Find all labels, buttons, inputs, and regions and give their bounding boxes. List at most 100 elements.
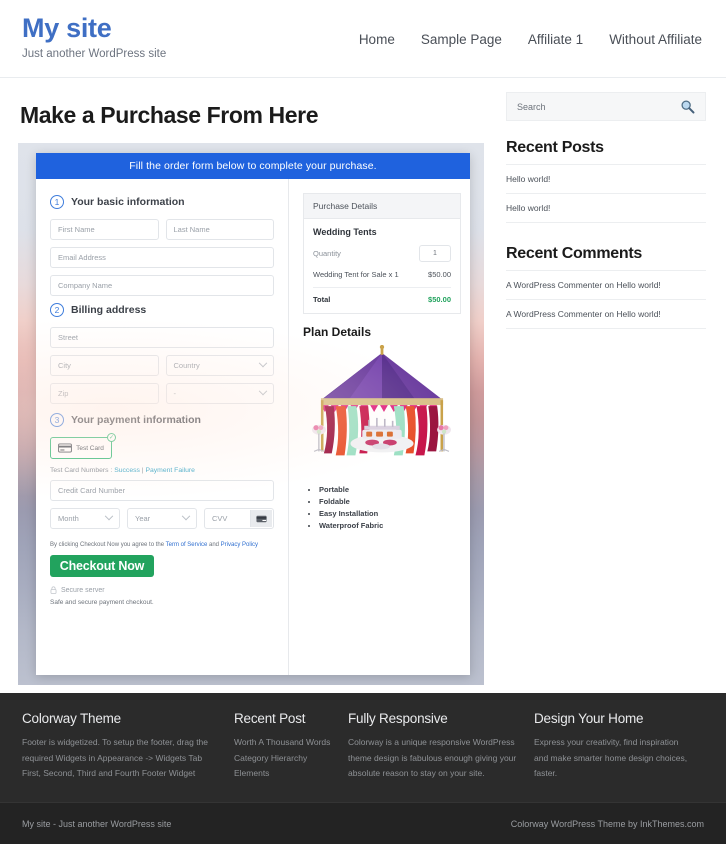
footer-column-text: Footer is widgetized. To setup the foote… xyxy=(22,737,209,779)
nav-item-affiliate-1[interactable]: Affiliate 1 xyxy=(528,32,583,47)
purchase-details-body: Wedding Tents Quantity 1 Wedding Tent fo… xyxy=(304,219,460,313)
test-card-numbers-prefix: Test Card Numbers : xyxy=(50,467,115,474)
list-item[interactable]: Elements xyxy=(234,766,348,782)
recent-comment-link[interactable]: A WordPress Commenter on Hello world! xyxy=(506,309,661,319)
quantity-label: Quantity xyxy=(313,249,341,258)
cvv-input-text: CVV xyxy=(212,514,228,523)
expiry-year-select[interactable]: Year xyxy=(127,508,197,529)
test-card-success-link[interactable]: Success xyxy=(114,467,140,474)
recent-comments-list: A WordPress Commenter on Hello world! A … xyxy=(506,271,706,329)
primary-navigation: Home Sample Page Affiliate 1 Without Aff… xyxy=(359,10,704,47)
footer-column-colorway-theme: Colorway Theme Footer is widgetized. To … xyxy=(22,711,234,782)
street-input[interactable]: Street xyxy=(50,327,274,348)
nav-item-without-affiliate[interactable]: Without Affiliate xyxy=(609,32,702,47)
site-branding[interactable]: My site Just another WordPress site xyxy=(22,10,167,60)
footer-column-text: Colorway is a unique responsive WordPres… xyxy=(348,737,517,779)
test-card-option[interactable]: Test Card ✓ xyxy=(50,433,116,459)
purchase-details-column: Purchase Details Wedding Tents Quantity … xyxy=(289,179,470,675)
feature-item: Easy Installation xyxy=(319,509,461,518)
nav-item-home[interactable]: Home xyxy=(359,32,395,47)
city-input[interactable]: City xyxy=(50,355,159,376)
site-tagline: Just another WordPress site xyxy=(22,47,167,60)
footer-column-title: Recent Post xyxy=(234,711,306,726)
search-input[interactable]: Search xyxy=(506,92,706,121)
privacy-policy-link[interactable]: Privacy Policy xyxy=(221,542,258,548)
plan-details-title: Plan Details xyxy=(303,325,372,339)
recent-post-link[interactable]: Hello world! xyxy=(506,174,550,184)
line-item-label: Wedding Tent for Sale x 1 xyxy=(313,270,399,279)
terms-of-service-link[interactable]: Term of Service xyxy=(166,542,208,548)
company-name-input[interactable]: Company Name xyxy=(50,275,274,296)
chevron-down-icon xyxy=(181,511,191,520)
state-select-text: - xyxy=(173,389,177,398)
recent-comment-link[interactable]: A WordPress Commenter on Hello world! xyxy=(506,280,661,290)
sidebar: Search Recent Posts Hello world! Hello w… xyxy=(506,78,706,685)
search-icon[interactable] xyxy=(680,99,695,114)
chevron-down-icon xyxy=(258,386,268,395)
last-name-input[interactable]: Last Name xyxy=(165,219,274,240)
chevron-down-icon xyxy=(104,511,114,520)
line-item-price: $50.00 xyxy=(428,270,451,279)
order-form-fields: 1 Your basic information First Name Last… xyxy=(36,179,289,675)
state-select[interactable]: - xyxy=(165,383,274,404)
chevron-down-icon xyxy=(258,358,268,367)
list-item[interactable]: A WordPress Commenter on Hello world! xyxy=(506,271,706,300)
name-row: First Name Last Name xyxy=(50,219,274,247)
secure-server-row: Secure server xyxy=(50,586,274,594)
expiry-year-text: Year xyxy=(135,514,151,523)
credit-card-number-input[interactable]: Credit Card Number xyxy=(50,480,274,501)
checkout-now-button[interactable]: Checkout Now xyxy=(50,555,154,577)
lock-icon xyxy=(50,586,57,594)
total-label: Total xyxy=(313,295,331,304)
cvv-help-button[interactable] xyxy=(250,510,272,527)
footer-copyright: My site - Just another WordPress site xyxy=(22,818,172,829)
expiry-cvv-row: Month Year CVV xyxy=(50,508,274,536)
first-name-input[interactable]: First Name xyxy=(50,219,159,240)
card-back-icon xyxy=(256,515,267,522)
footer-widgets: Colorway Theme Footer is widgetized. To … xyxy=(0,693,726,803)
footer-column-text: Express your creativity, find inspiratio… xyxy=(534,737,688,779)
purchase-details-title: Purchase Details xyxy=(304,194,460,219)
check-icon: ✓ xyxy=(107,433,116,442)
expiry-month-select[interactable]: Month xyxy=(50,508,120,529)
credit-card-icon xyxy=(58,443,72,453)
list-item[interactable]: Hello world! xyxy=(506,165,706,194)
zip-input[interactable]: Zip xyxy=(50,383,159,404)
quantity-row: Quantity 1 xyxy=(313,245,451,262)
divider xyxy=(313,287,451,288)
step-3-number: 3 xyxy=(50,413,64,427)
footer-column-title: Fully Responsive xyxy=(348,711,448,726)
step-1-label: Your basic information xyxy=(71,196,185,208)
quantity-input[interactable]: 1 xyxy=(419,245,451,262)
nav-item-sample-page[interactable]: Sample Page xyxy=(421,32,502,47)
zip-state-row: Zip - xyxy=(50,383,274,411)
recent-post-link[interactable]: Hello world! xyxy=(506,203,550,213)
country-select[interactable]: Country xyxy=(165,355,274,376)
email-input[interactable]: Email Address xyxy=(50,247,274,268)
order-form-body: 1 Your basic information First Name Last… xyxy=(36,179,470,675)
list-item[interactable]: Worth A Thousand Words xyxy=(234,735,348,751)
site-title[interactable]: My site xyxy=(22,13,166,44)
cvv-input[interactable]: CVV xyxy=(204,508,274,529)
order-form-card: Fill the order form below to complete yo… xyxy=(36,153,470,675)
secure-server-label: Secure server xyxy=(61,586,105,594)
list-item[interactable]: Category Hierarchy xyxy=(234,751,348,767)
test-card-numbers-line: Test Card Numbers : Success | Payment Fa… xyxy=(50,467,274,474)
test-card-failure-link[interactable]: Payment Failure xyxy=(145,467,195,474)
total-row: Total $50.00 xyxy=(313,295,451,304)
site-footer: Colorway Theme Footer is widgetized. To … xyxy=(0,693,726,845)
wedding-tent-illustration xyxy=(312,345,451,456)
footer-bottom-bar: My site - Just another WordPress site Co… xyxy=(0,802,726,845)
site-header: My site Just another WordPress site Home… xyxy=(0,0,726,78)
terms-prefix: By clicking Checkout Now you agree to th… xyxy=(50,542,166,548)
city-country-row: City Country xyxy=(50,355,274,383)
page-title: Make a Purchase From Here xyxy=(20,102,319,128)
page-container: Make a Purchase From Here Fill the order… xyxy=(0,78,726,685)
list-item[interactable]: Hello world! xyxy=(506,194,706,223)
product-image xyxy=(303,345,461,477)
recent-posts-title: Recent Posts xyxy=(506,139,706,165)
order-form-backdrop: Fill the order form below to complete yo… xyxy=(18,143,484,685)
recent-posts-list: Hello world! Hello world! xyxy=(506,165,706,223)
list-item[interactable]: A WordPress Commenter on Hello world! xyxy=(506,300,706,329)
